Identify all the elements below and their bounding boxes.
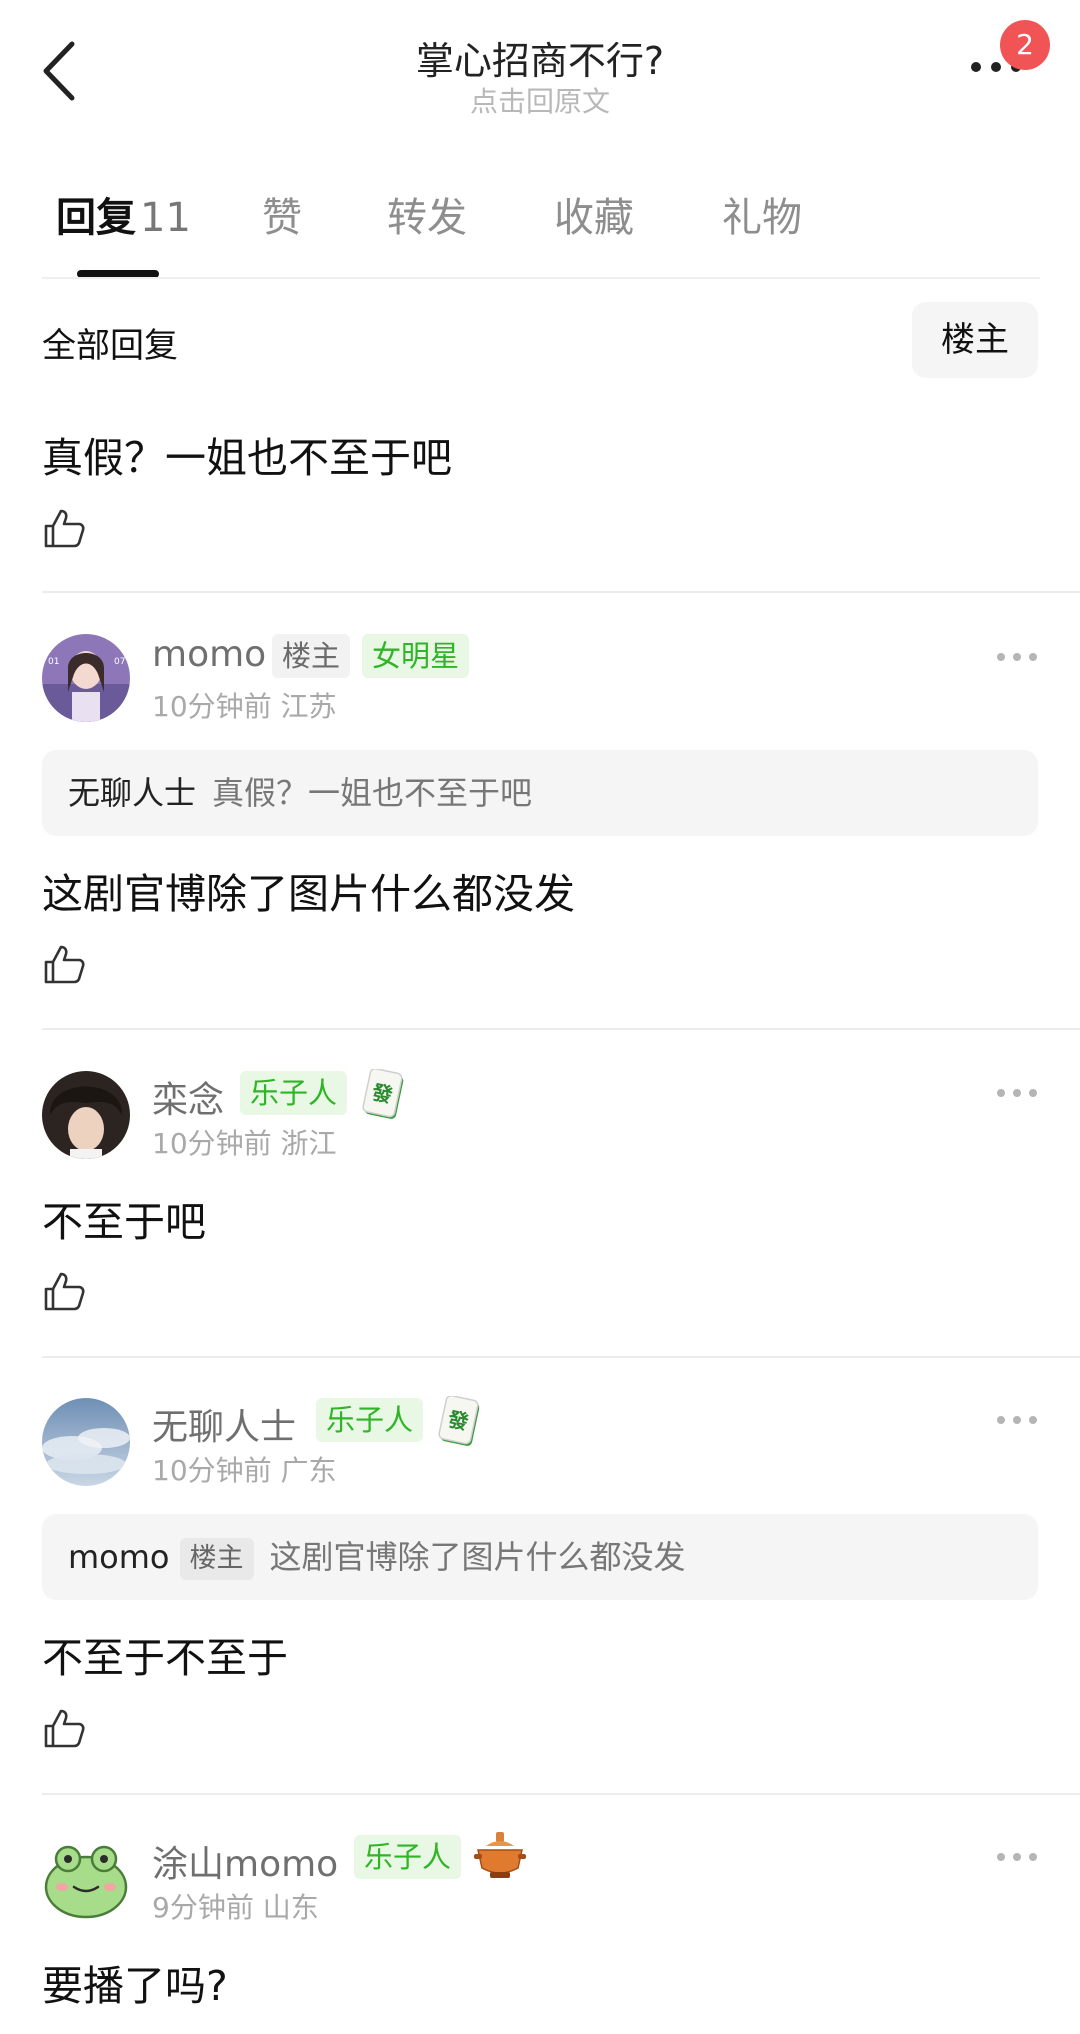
quoted-reply[interactable]: 无聊人士 真假？一姐也不至于吧 <box>42 750 1038 836</box>
post-title[interactable]: 掌心招商不行? <box>0 30 1080 85</box>
comment-meta: 10分钟前 广东 <box>152 1449 337 1489</box>
comment-time: 10分钟前 <box>152 690 272 723</box>
comment-username[interactable]: 栾念 <box>152 1071 224 1123</box>
post-replies-page: 掌心招商不行? 点击回原文 2 回复 11 赞 转发 收藏 礼物 全部回复 楼主 … <box>0 0 1080 2034</box>
more-options-icon[interactable] <box>994 1850 1040 1864</box>
quoted-text: 这剧官博除了图片什么都没发 <box>269 1538 686 1576</box>
top-reply-text: 真假？一姐也不至于吧 <box>42 434 452 482</box>
op-only-filter-button[interactable]: 楼主 <box>912 302 1038 378</box>
tab-replies-count: 11 <box>140 195 191 241</box>
quoted-username: momo <box>68 1538 170 1576</box>
svg-text:07: 07 <box>114 657 125 667</box>
comment-location: 浙江 <box>280 1127 337 1160</box>
divider <box>42 1793 1080 1795</box>
comment-meta: 10分钟前 浙江 <box>152 1122 337 1162</box>
comment-location: 江苏 <box>280 690 337 723</box>
top-nav-bar: 掌心招商不行? 点击回原文 2 <box>0 0 1080 140</box>
mahjong-fa-icon: 發 <box>438 1396 480 1446</box>
comment-text: 这剧官博除了图片什么都没发 <box>42 870 575 918</box>
more-options-icon[interactable] <box>994 1086 1040 1100</box>
view-original-link[interactable]: 点击回原文 <box>0 80 1080 120</box>
comment-username[interactable]: momo <box>152 634 266 675</box>
thumbs-up-icon[interactable] <box>42 506 86 550</box>
comment-meta: 9分钟前 山东 <box>152 1886 319 1926</box>
thumbs-up-icon[interactable] <box>42 1706 86 1750</box>
quoted-username: 无聊人士 <box>68 774 197 812</box>
avatar[interactable] <box>42 1071 130 1159</box>
tab-reposts[interactable]: 转发 <box>387 185 467 243</box>
tab-replies[interactable]: 回复 11 <box>56 185 191 243</box>
title-tag: 乐子人 <box>240 1071 348 1115</box>
comment-username[interactable]: 无聊人士 <box>152 1398 296 1450</box>
op-tag: 楼主 <box>179 1538 254 1580</box>
comment-time: 9分钟前 <box>152 1891 254 1924</box>
hotpot-icon <box>474 1832 526 1878</box>
all-replies-label: 全部回复 <box>42 326 178 366</box>
notification-badge: 2 <box>1000 20 1050 70</box>
thumbs-up-icon[interactable] <box>42 1269 86 1313</box>
comment-meta: 10分钟前 江苏 <box>152 685 337 725</box>
comment-time: 10分钟前 <box>152 1127 272 1160</box>
tab-bar: 回复 11 赞 转发 收藏 礼物 <box>42 185 1042 265</box>
comment-location: 山东 <box>262 1891 319 1924</box>
comment-time: 10分钟前 <box>152 1454 272 1487</box>
svg-text:01: 01 <box>48 657 59 667</box>
comment-text: 要播了吗? <box>42 1962 228 2010</box>
avatar[interactable]: 01 07 <box>42 634 130 722</box>
tab-replies-label: 回复 <box>56 195 136 241</box>
divider <box>42 1356 1080 1358</box>
comment-text: 不至于不至于 <box>42 1634 288 1682</box>
mahjong-fa-icon: 發 <box>362 1069 404 1119</box>
comment-username[interactable]: 涂山momo <box>152 1835 338 1887</box>
tab-favorites[interactable]: 收藏 <box>554 185 634 243</box>
quoted-reply[interactable]: momo 楼主 这剧官博除了图片什么都没发 <box>42 1514 1038 1600</box>
thumbs-up-icon[interactable] <box>42 942 86 986</box>
avatar[interactable] <box>42 1835 130 1923</box>
op-tag: 楼主 <box>272 634 351 678</box>
divider <box>42 1028 1080 1030</box>
avatar[interactable] <box>42 1398 130 1486</box>
quoted-text: 真假？一姐也不至于吧 <box>212 774 533 812</box>
title-tag: 乐子人 <box>354 1835 462 1879</box>
more-options-icon[interactable] <box>994 650 1040 664</box>
tab-gifts[interactable]: 礼物 <box>722 185 802 243</box>
comment-location: 广东 <box>280 1454 337 1487</box>
title-tag: 乐子人 <box>316 1398 424 1442</box>
comment-text: 不至于吧 <box>42 1198 206 1246</box>
tabs-divider <box>42 277 1040 279</box>
tab-likes[interactable]: 赞 <box>262 185 302 243</box>
divider <box>42 591 1080 593</box>
title-tag: 女明星 <box>362 634 470 678</box>
more-options-icon[interactable] <box>994 1413 1040 1427</box>
